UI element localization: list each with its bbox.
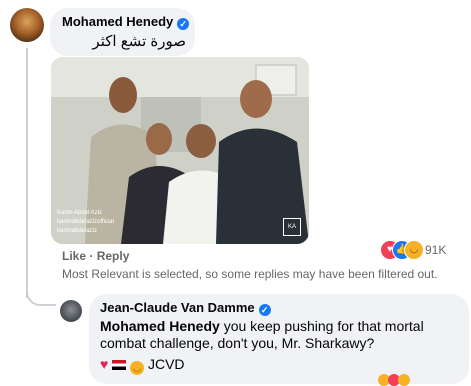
reply-avatar[interactable] [60,300,82,322]
haha-reaction-icon: ◡ [404,240,424,260]
reply-text: Mohamed Henedy you keep pushing for that… [100,318,424,351]
like-link[interactable]: Like [62,249,86,263]
egypt-flag-icon [112,360,127,370]
reply-signoff: ♥ ◡ JCVD [100,356,185,375]
reply-author[interactable]: Jean-Claude Van Damme ✓ [100,300,271,316]
comment-actions: Like · Reply [62,249,129,263]
wow-reaction-icon [398,374,410,386]
photo-logo: KA [283,218,301,236]
comment-text: صورة تشع اكثر [92,33,186,50]
actions-separator: · [89,249,94,263]
photo-watermark: Karim Abdel Aziz karimabdelazizofficial … [57,210,114,234]
filter-note: Most Relevant is selected, so some repli… [62,267,438,281]
thread-line [26,48,28,298]
verified-badge-icon: ✓ [258,304,271,316]
reaction-count: 91K [425,243,447,257]
reply-link[interactable]: Reply [97,249,130,263]
verified-badge-icon: ✓ [177,18,190,30]
comment-author[interactable]: Mohamed Henedy ✓ [62,14,190,30]
mention-link[interactable]: Mohamed Henedy [100,318,220,334]
heart-icon: ♥ [100,356,109,372]
wink-smile-icon: ◡ [130,361,145,375]
comment-photo[interactable]: Karim Abdel Aziz karimabdelazizofficial … [51,57,309,244]
avatar[interactable] [10,8,44,42]
thread-curve [26,286,56,306]
